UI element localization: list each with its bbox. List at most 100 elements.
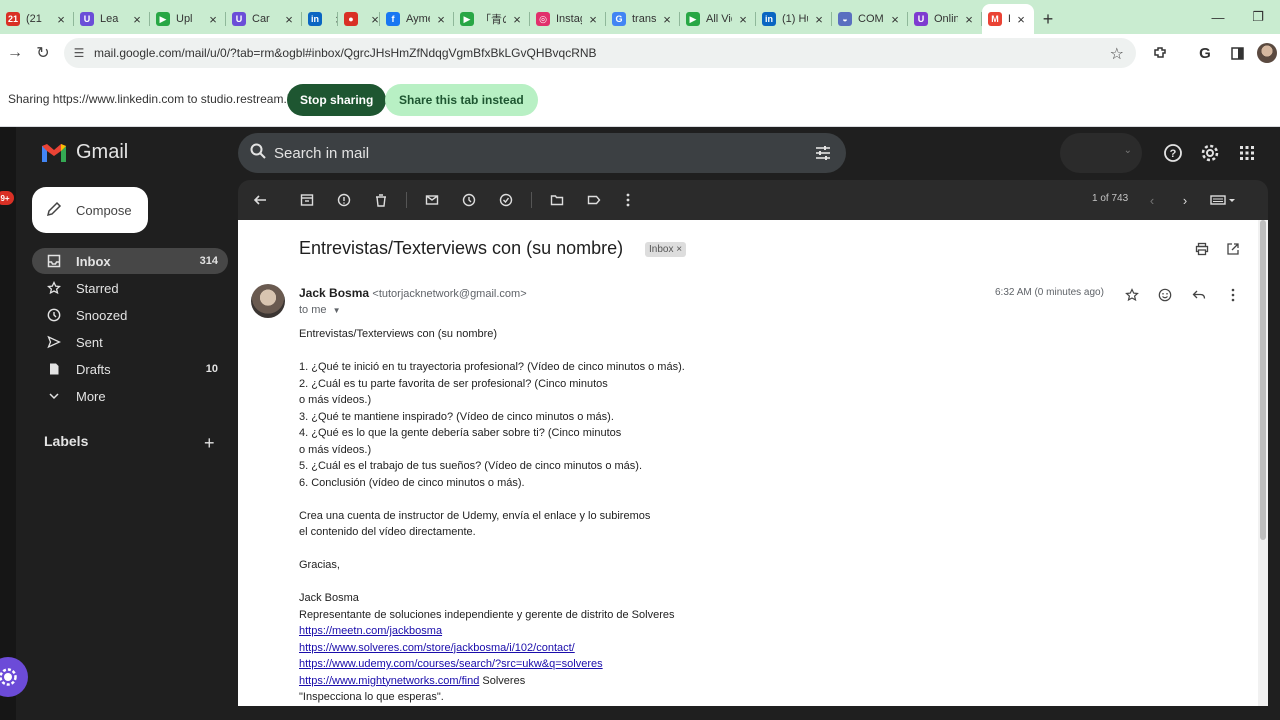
maximize-icon[interactable]: ❐: [1238, 0, 1278, 34]
browser-tab[interactable]: ▶ 「青の名 ×: [454, 4, 530, 34]
sidebar-item-label: Snoozed: [76, 307, 128, 323]
close-tab-icon[interactable]: ×: [812, 12, 826, 27]
search-bar[interactable]: Search in mail: [238, 133, 846, 173]
browser-tab[interactable]: in (1) Huit ×: [756, 4, 832, 34]
snooze-clock-icon[interactable]: [461, 192, 477, 208]
close-tab-icon[interactable]: ×: [368, 12, 380, 27]
close-tab-icon[interactable]: ×: [510, 12, 524, 27]
archive-icon[interactable]: [299, 192, 315, 208]
input-tools-icon[interactable]: [1208, 192, 1238, 208]
close-tab-icon[interactable]: ×: [586, 12, 600, 27]
search-icon[interactable]: [250, 143, 266, 164]
sidebar-item-label: More: [76, 388, 106, 404]
close-tab-icon[interactable]: ×: [130, 12, 144, 27]
sidebar-item-snoozed[interactable]: Snoozed: [32, 302, 228, 328]
sidebar-item-starred[interactable]: Starred: [32, 275, 228, 301]
address-bar[interactable]: ☰ mail.google.com/mail/u/0/?tab=rm&ogbl#…: [64, 38, 1136, 68]
sidebar-item-sent[interactable]: Sent: [32, 329, 228, 355]
sidebar-item-more[interactable]: More: [32, 383, 228, 409]
more-options-icon[interactable]: [1224, 286, 1242, 304]
browser-tab[interactable]: ▶ Upl ×: [150, 4, 226, 34]
body-line: [299, 343, 999, 360]
stop-sharing-button[interactable]: Stop sharing: [287, 84, 387, 116]
browser-tab[interactable]: 21 (21 ×: [0, 4, 74, 34]
browser-tab[interactable]: in×: [302, 4, 338, 34]
body-line: Gracias,: [299, 559, 340, 571]
sender-avatar[interactable]: [251, 284, 285, 318]
site-info-icon[interactable]: ☰: [64, 46, 94, 60]
older-chevron-icon[interactable]: ›: [1177, 192, 1193, 208]
apps-grid-icon[interactable]: [1234, 140, 1260, 166]
reload-icon[interactable]: ↻: [28, 38, 58, 68]
caret-down-icon[interactable]: ▼: [333, 306, 341, 315]
remove-label-icon[interactable]: ×: [676, 244, 682, 255]
report-spam-icon[interactable]: [336, 192, 352, 208]
extensions-icon[interactable]: [1145, 34, 1175, 72]
close-tab-icon[interactable]: ×: [962, 12, 976, 27]
body-link[interactable]: https://www.mightynetworks.com/find: [299, 675, 479, 687]
side-panel-icon[interactable]: [1222, 34, 1252, 72]
browser-tab[interactable]: ▶ All Vide ×: [680, 4, 756, 34]
reply-icon[interactable]: [1190, 286, 1208, 304]
google-icon[interactable]: G: [1190, 34, 1220, 72]
help-icon[interactable]: ?: [1160, 140, 1186, 166]
close-tab-icon[interactable]: ×: [1014, 12, 1028, 27]
emoji-reaction-icon[interactable]: [1156, 286, 1174, 304]
close-tab-icon[interactable]: ×: [282, 12, 296, 27]
delete-icon[interactable]: [373, 192, 389, 208]
browser-tab[interactable]: U Car ×: [226, 4, 302, 34]
add-label-icon[interactable]: +: [204, 433, 215, 454]
message-toolbar: 1 of 743 ‹ ›: [238, 180, 1268, 220]
close-tab-icon[interactable]: ×: [54, 12, 68, 27]
share-this-tab-button[interactable]: Share this tab instead: [385, 84, 538, 116]
message-scrollbar[interactable]: [1258, 220, 1268, 706]
close-tab-icon[interactable]: ×: [660, 12, 674, 27]
forward-icon[interactable]: →: [0, 38, 30, 68]
inbox-label-chip[interactable]: Inbox ×: [645, 242, 687, 257]
gmail-logo[interactable]: Gmail: [40, 141, 128, 164]
body-line: Representante de soluciones independient…: [299, 608, 675, 621]
sender-name[interactable]: Jack Bosma: [299, 286, 369, 300]
browser-tab[interactable]: ● ×: [338, 4, 380, 34]
body-line: Entrevistas/Texterviews con (su nombre): [299, 328, 498, 340]
account-status-pill[interactable]: ⌄: [1060, 133, 1142, 173]
body-line: "Inspecciona lo que esperas".: [299, 691, 444, 703]
browser-tab[interactable]: M Ent ×: [982, 4, 1034, 34]
body-link[interactable]: https://www.solveres.com/store/jackbosma…: [299, 642, 575, 654]
close-tab-icon[interactable]: ×: [888, 12, 902, 27]
browser-tab[interactable]: Gtranslat ×: [606, 4, 680, 34]
print-icon[interactable]: [1193, 240, 1211, 258]
move-to-icon[interactable]: [549, 192, 565, 208]
bookmark-star-icon[interactable]: ☆: [1110, 44, 1124, 64]
browser-tab[interactable]: U Online ×: [908, 4, 982, 34]
minimize-icon[interactable]: —: [1198, 0, 1238, 34]
add-to-tasks-icon[interactable]: [498, 192, 514, 208]
body-link[interactable]: https://meetn.com/jackbosma: [299, 625, 442, 637]
scrollbar-thumb[interactable]: [1260, 220, 1266, 540]
close-tab-icon[interactable]: ×: [736, 12, 750, 27]
new-tab-icon[interactable]: +: [1034, 4, 1062, 34]
search-options-icon[interactable]: [814, 144, 832, 167]
more-vertical-icon[interactable]: [620, 192, 636, 208]
newer-chevron-icon[interactable]: ‹: [1144, 192, 1160, 208]
browser-tab[interactable]: ◒ COMPA ×: [832, 4, 908, 34]
mark-unread-icon[interactable]: [424, 192, 440, 208]
compose-button[interactable]: Compose: [32, 187, 148, 233]
search-input[interactable]: Search in mail: [274, 145, 369, 162]
sidebar-item-drafts[interactable]: Drafts 10: [32, 356, 228, 382]
settings-gear-icon[interactable]: [1197, 140, 1223, 166]
close-tab-icon[interactable]: ×: [206, 12, 220, 27]
floating-widget-icon[interactable]: [0, 657, 28, 697]
browser-tab[interactable]: f Aymen ×: [380, 4, 454, 34]
sidebar-item-inbox[interactable]: Inbox 314: [32, 248, 228, 274]
browser-tab[interactable]: U Lea ×: [74, 4, 150, 34]
recipient-details[interactable]: to me ▼: [299, 304, 341, 316]
profile-avatar[interactable]: [1252, 34, 1280, 72]
open-new-window-icon[interactable]: [1224, 240, 1242, 258]
label-tag-icon[interactable]: [586, 192, 602, 208]
back-arrow-icon[interactable]: [252, 192, 268, 208]
close-tab-icon[interactable]: ×: [434, 12, 448, 27]
browser-tab[interactable]: ◎ Instagra ×: [530, 4, 606, 34]
body-link[interactable]: https://www.udemy.com/courses/search/?sr…: [299, 658, 603, 670]
star-icon[interactable]: [1123, 286, 1141, 304]
